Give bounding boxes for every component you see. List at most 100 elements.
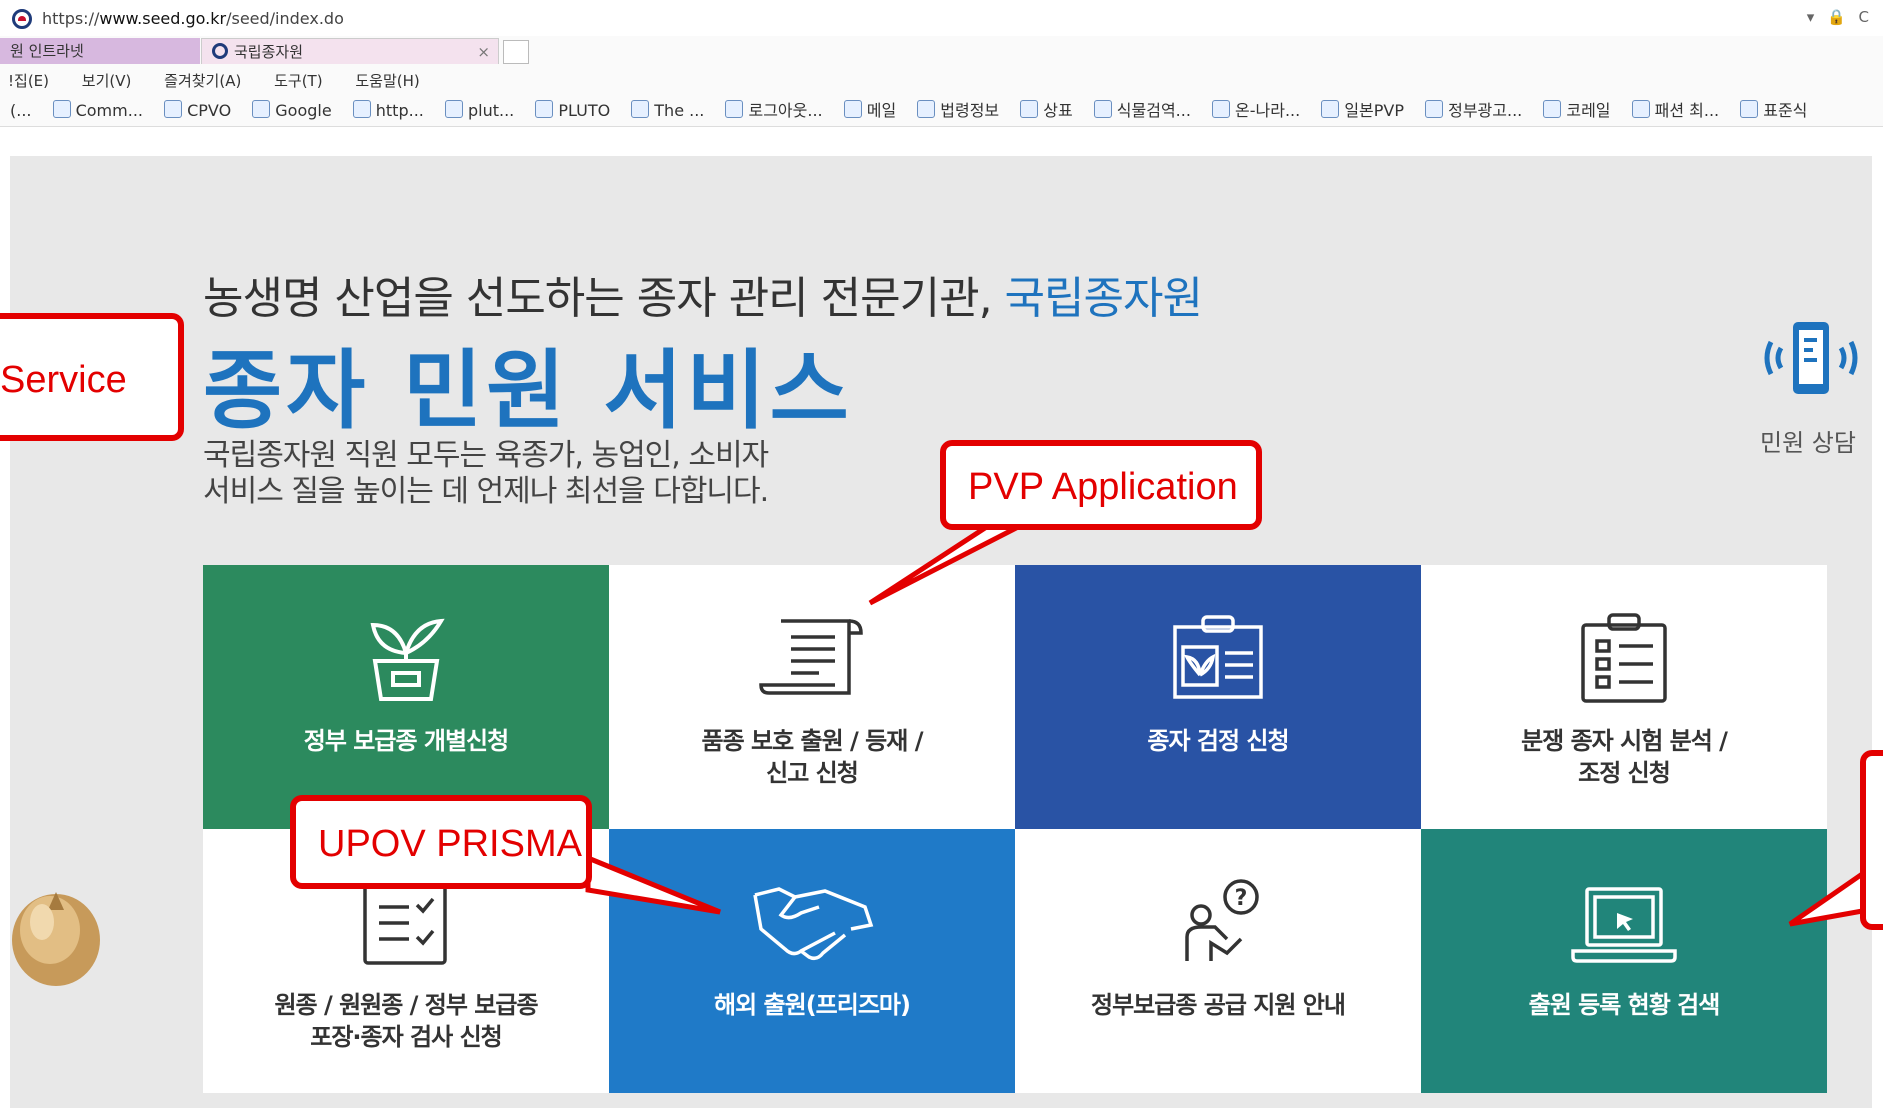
- tile-label-line: 품종 보호 출원 / 등재 /: [701, 727, 924, 755]
- tile-pvp-application[interactable]: 품종 보호 출원 / 등재 / 신고 신청: [609, 565, 1015, 829]
- tile-govt-seed-request[interactable]: 정부 보급종 개별신청: [203, 565, 609, 829]
- desc-line: 서비스 질을 높이는 데 언제나 최선을 다합니다.: [203, 474, 769, 509]
- inspection-list-icon: [363, 877, 447, 965]
- menu-view[interactable]: 보기(V): [82, 72, 132, 90]
- fav-label: 표준식: [1763, 101, 1808, 120]
- tile-label: 원종 / 원원종 / 정부 보급종 포장·종자 검사 신청: [213, 989, 599, 1053]
- tile-label: 품종 보호 출원 / 등재 / 신고 신청: [619, 725, 1005, 789]
- fav-item[interactable]: http...: [352, 96, 424, 126]
- page-title: 종자 민원 서비스: [203, 341, 853, 441]
- fav-item[interactable]: 정부광고...: [1425, 96, 1522, 126]
- mail-icon: [843, 100, 862, 118]
- seed-favicon-icon: [212, 43, 228, 59]
- address-controls[interactable]: ▾ 🔒 C: [1807, 8, 1873, 26]
- callout-upov-prisma: UPOV PRISMA: [290, 795, 592, 889]
- fav-label: 법령정보: [940, 101, 1000, 120]
- fav-item[interactable]: 표준식: [1740, 96, 1807, 126]
- favorites-bar: (... Comm... CPVO Google http... plut...…: [0, 96, 1883, 127]
- desc-line: 국립종자원 직원 모두는 육종가, 농업인, 소비자: [203, 438, 769, 473]
- close-tab-icon[interactable]: ×: [477, 39, 490, 65]
- fav-item[interactable]: CPVO: [164, 96, 231, 126]
- fav-label: 로그아웃...: [748, 101, 823, 120]
- menu-edit[interactable]: !집(E): [8, 72, 49, 90]
- clipboard-plant-icon: [1173, 615, 1263, 699]
- tile-seed-test-request[interactable]: 종자 검정 신청: [1015, 565, 1421, 829]
- ie-page-icon: [1212, 100, 1231, 118]
- menu-favorites[interactable]: 즐겨찾기(A): [164, 72, 241, 90]
- tab-label: 국립종자원: [234, 43, 304, 61]
- subtitle-text: 농생명 산업을 선도하는 종자 관리 전문기관,: [203, 273, 1005, 324]
- menu-tools[interactable]: 도구(T): [274, 72, 322, 90]
- google-icon: [252, 100, 271, 118]
- new-tab-button[interactable]: [503, 40, 529, 64]
- fav-label: 메일: [866, 101, 897, 120]
- url-host: www.seed.go.kr: [99, 9, 227, 28]
- fav-label: PLUTO: [558, 101, 611, 120]
- tab-strip: 원 인트라넷 국립종자원 ×: [0, 36, 1883, 67]
- fav-item[interactable]: plut...: [444, 96, 514, 126]
- callout-service: Service: [0, 313, 184, 441]
- fav-item[interactable]: Google: [252, 96, 332, 126]
- fav-item[interactable]: (...: [10, 96, 32, 126]
- fav-item[interactable]: 일본PVP: [1321, 96, 1404, 126]
- fav-item[interactable]: 패션 최...: [1631, 96, 1720, 126]
- consult-label[interactable]: 민원 상담: [1760, 423, 1856, 458]
- tab-label: 원 인트라넷: [10, 42, 84, 60]
- tile-overseas-prisma[interactable]: 해외 출원(프리즈마): [609, 829, 1015, 1093]
- law-icon: [917, 100, 936, 118]
- fav-item[interactable]: Comm...: [52, 96, 143, 126]
- fav-label: 패션 최...: [1654, 101, 1720, 120]
- plant-pot-icon: [370, 618, 445, 701]
- address-bar[interactable]: https://www.seed.go.kr/seed/index.do ▾ 🔒…: [0, 0, 1883, 37]
- fav-label: (...: [10, 101, 32, 120]
- fav-item[interactable]: PLUTO: [535, 96, 610, 126]
- site-favicon-icon: [12, 9, 32, 29]
- upov-icon: [444, 100, 463, 118]
- upov-icon: [535, 100, 554, 118]
- hero-description: 국립종자원 직원 모두는 육종가, 농업인, 소비자 서비스 질을 높이는 데 …: [203, 438, 769, 510]
- tile-label-line: 조정 신청: [1578, 759, 1671, 787]
- mobile-phone-icon[interactable]: [1755, 318, 1865, 398]
- fav-item[interactable]: 법령정보: [917, 96, 999, 126]
- fav-item[interactable]: The ...: [631, 96, 704, 126]
- fav-item[interactable]: 온-나라...: [1212, 96, 1300, 126]
- fav-label: CPVO: [187, 101, 232, 120]
- tile-label: 해외 출원(프리즈마): [714, 991, 911, 1019]
- h-icon: [1631, 100, 1650, 118]
- url-path: /seed/index.do: [226, 9, 344, 28]
- tile-label: 정부 보급종 개별신청: [303, 727, 509, 755]
- callout-service-text: Service: [0, 359, 127, 401]
- ie-page-icon: [164, 100, 183, 118]
- fav-item[interactable]: 식물검역...: [1093, 96, 1191, 126]
- url-prefix: https://: [42, 9, 100, 28]
- tile-label-line: 분쟁 종자 시험 분석 /: [1521, 727, 1728, 755]
- menu-help[interactable]: 도움말(H): [355, 72, 419, 90]
- ie-page-icon: [631, 100, 650, 118]
- tile-label-line: 신고 신청: [766, 759, 859, 787]
- leaf-icon: [1740, 100, 1759, 118]
- tab-intranet[interactable]: 원 인트라넷: [0, 38, 200, 64]
- tile-label: 분쟁 종자 시험 분석 / 조정 신청: [1431, 725, 1817, 789]
- korail-icon: [1543, 100, 1562, 118]
- fav-item[interactable]: 상표: [1020, 96, 1073, 126]
- checklist-clipboard-icon: [1581, 613, 1667, 703]
- fav-item[interactable]: 코레일: [1543, 96, 1611, 126]
- tile-govt-seed-supply-guide[interactable]: ? 정부보급종 공급 지원 안내: [1015, 829, 1421, 1093]
- laptop-icon: [1571, 887, 1677, 963]
- tile-dispute-seed-analysis[interactable]: 분쟁 종자 시험 분석 / 조정 신청: [1421, 565, 1827, 829]
- menu-bar: !집(E) 보기(V) 즐겨찾기(A) 도구(T) 도움말(H): [0, 66, 1883, 96]
- question-person-icon: ?: [1185, 879, 1259, 961]
- ie-page-icon: [1425, 100, 1444, 118]
- tab-seed[interactable]: 국립종자원 ×: [201, 38, 499, 64]
- fav-item[interactable]: 로그아웃...: [725, 96, 823, 126]
- callout-right-partial: [1860, 750, 1883, 930]
- url-text[interactable]: https://www.seed.go.kr/seed/index.do: [42, 9, 344, 28]
- fav-item[interactable]: 메일: [843, 96, 897, 126]
- fav-label: 온-나라...: [1235, 101, 1301, 120]
- tile-label: 종자 검정 신청: [1147, 727, 1289, 755]
- handshake-icon: [753, 887, 874, 961]
- tile-application-status-search[interactable]: 출원 등록 현황 검색: [1421, 829, 1827, 1093]
- fav-label: Google: [275, 101, 332, 120]
- fav-label: 식물검역...: [1116, 101, 1191, 120]
- link-icon: [352, 100, 371, 118]
